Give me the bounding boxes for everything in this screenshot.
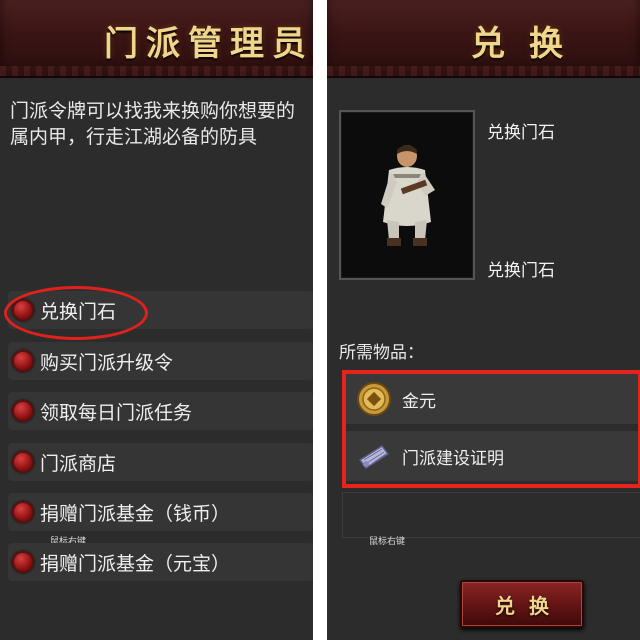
red-bullet-icon [12,501,34,523]
red-bullet-icon [12,400,34,422]
menu-item-label: 领取每日门派任务 [40,401,193,424]
menu-item-donate-ingots[interactable]: 捐赠门派基金（元宝） [8,543,313,581]
required-items-highlight [342,370,640,488]
menu-item-buy-upgrade-token[interactable]: 购买门派升级令 [8,342,313,380]
red-bullet-icon [12,551,34,573]
required-items-label: 所需物品： [339,343,424,363]
menu-item-label: 门派商店 [40,452,117,475]
exchange-panel: 兑换 兑换门石 兑换门石 所需物品： 金元 门派建设证明 鼠标右键 兑换 [327,0,640,640]
menu-item-label: 捐赠门派基金（钱币） [40,502,231,525]
menu-item-label: 捐赠门派基金（元宝） [40,552,231,575]
dialog-titlebar: 门派管理员 [0,0,313,78]
warrior-figure-icon [381,145,435,246]
character-portrait [339,110,475,280]
highlight-circle [4,286,148,340]
menu-item-daily-quest[interactable]: 领取每日门派任务 [8,392,313,430]
menu-item-donate-coins[interactable]: 捐赠门派基金（钱币） [8,493,313,531]
menu-item-sect-shop[interactable]: 门派商店 [8,443,313,481]
exchange-titlebar: 兑换 [327,0,640,78]
dialog-title: 门派管理员 [104,24,313,64]
exchange-button[interactable]: 兑换 [460,580,584,628]
npc-dialog-panel: 门派管理员 门派令牌可以找我来换购你想要的 属内甲，行走江湖必备的防具 兑换门石… [0,0,313,640]
item-name-top: 兑换门石 [487,123,555,143]
menu-item-label: 购买门派升级令 [40,351,174,374]
empty-item-slot [342,492,640,538]
right-click-tooltip: 鼠标右键 [369,537,406,547]
npc-description: 门派令牌可以找我来换购你想要的 属内甲，行走江湖必备的防具 [10,100,296,148]
exchange-title: 兑换 [471,24,587,64]
item-name-bottom: 兑换门石 [487,261,555,281]
red-bullet-icon [12,350,34,372]
exchange-button-label: 兑换 [495,593,563,618]
red-bullet-icon [12,451,34,473]
